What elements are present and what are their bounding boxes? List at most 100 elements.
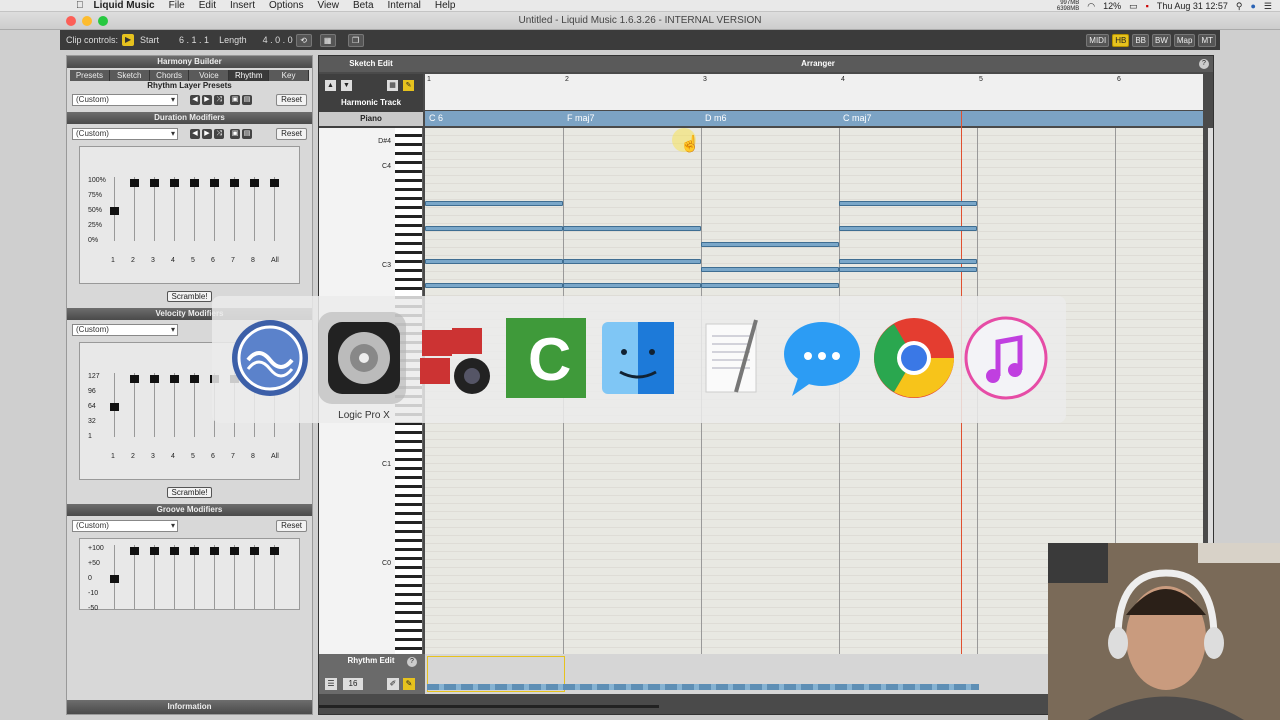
loop-icon[interactable]: ⟲ [295, 33, 312, 47]
messages-icon[interactable] [778, 314, 866, 402]
keyboard-icon[interactable]: ▦ [319, 33, 336, 47]
camtasia-icon[interactable]: C [502, 314, 590, 402]
rhythm-pattern[interactable] [427, 684, 979, 690]
slider-handle[interactable] [110, 575, 119, 583]
menu-internal[interactable]: Internal [388, 0, 421, 12]
textedit-icon[interactable] [686, 314, 774, 402]
flag-icon[interactable]: ▪ [1146, 1, 1149, 11]
duration-random-icon[interactable]: ⤨ [214, 129, 224, 139]
midi-note[interactable] [701, 283, 839, 288]
photo-booth-icon[interactable] [410, 314, 498, 402]
slider-handle[interactable] [110, 403, 119, 411]
chrome-icon[interactable] [870, 314, 958, 402]
midi-note[interactable] [701, 267, 839, 272]
map-button[interactable]: Map [1173, 33, 1196, 47]
horizontal-scrollbar[interactable] [319, 705, 659, 708]
menu-help[interactable]: Help [435, 0, 456, 12]
rhythm-preset-select[interactable]: (Custom) [72, 94, 178, 106]
copy-preset-icon[interactable]: ▤ [242, 95, 252, 105]
tab-voice[interactable]: Voice [189, 70, 230, 81]
slider-handle[interactable] [190, 547, 199, 555]
slider-handle[interactable] [110, 207, 119, 215]
slider-handle[interactable] [130, 547, 139, 555]
groove-reset-button[interactable]: Reset [276, 520, 307, 532]
piano-track-label[interactable]: Piano [319, 112, 423, 126]
apple-icon[interactable]:  [76, 0, 84, 11]
select-tool-icon[interactable]: ▦ [387, 80, 398, 91]
wifi-icon[interactable]: ◠ [1087, 1, 1095, 12]
midi-note[interactable] [563, 259, 701, 264]
next-preset-button[interactable]: ▶ [202, 95, 212, 105]
menu-app-name[interactable]: Liquid Music [94, 0, 155, 12]
slider-handle[interactable] [150, 179, 159, 187]
tab-sketch[interactable]: Sketch [109, 70, 150, 81]
rhythm-preset-reset-button[interactable]: Reset [276, 94, 307, 106]
help-icon[interactable]: ? [1199, 59, 1209, 69]
duration-prev-button[interactable]: ◀ [190, 129, 200, 139]
menu-file[interactable]: File [169, 0, 185, 12]
rhythm-help-icon[interactable]: ? [407, 657, 417, 667]
chord-label[interactable]: C 6 [425, 111, 443, 126]
tab-chords[interactable]: Chords [149, 70, 190, 81]
midi-button[interactable]: MIDI [1086, 33, 1110, 47]
start-value[interactable]: 6 . 1 . 1 [179, 35, 209, 45]
prev-preset-button[interactable]: ◀ [190, 95, 200, 105]
midi-note[interactable] [425, 259, 563, 264]
midi-note[interactable] [839, 226, 977, 231]
random-preset-icon[interactable]: ⤨ [214, 95, 224, 105]
slider-handle[interactable] [230, 179, 239, 187]
slider-handle[interactable] [150, 547, 159, 555]
slider-handle[interactable] [210, 179, 219, 187]
tab-presets[interactable]: Presets [70, 70, 110, 81]
midi-note[interactable] [839, 259, 977, 264]
slider-handle[interactable] [270, 179, 279, 187]
length-value[interactable]: 4 . 0 . 0 [263, 35, 293, 45]
battery-icon[interactable]: ▭ [1129, 1, 1138, 12]
slider-handle[interactable] [190, 375, 199, 383]
minimize-window-button[interactable] [82, 16, 92, 26]
pencil-tool-icon[interactable]: ✎ [403, 80, 414, 91]
chord-label[interactable]: C maj7 [839, 111, 872, 126]
slider-handle[interactable] [250, 179, 259, 187]
chord-strip[interactable]: C 6 F maj7 D m6 C maj7 [425, 111, 1203, 126]
slider-handle[interactable] [170, 179, 179, 187]
slider-handle[interactable] [150, 375, 159, 383]
tab-rhythm[interactable]: Rhythm [229, 70, 270, 81]
tab-key[interactable]: Key [269, 70, 309, 81]
grid-value[interactable]: 16 [343, 678, 363, 690]
midi-note[interactable] [839, 267, 977, 272]
slider-handle[interactable] [130, 179, 139, 187]
bw-button[interactable]: BW [1151, 33, 1171, 47]
clock[interactable]: Thu Aug 31 12:57 [1157, 1, 1228, 11]
midi-note[interactable] [563, 226, 701, 231]
close-window-button[interactable] [66, 16, 76, 26]
play-clip-button[interactable]: ▶ [122, 34, 135, 46]
duration-scramble-button[interactable]: Scramble! [167, 290, 212, 302]
midi-note[interactable] [425, 201, 563, 206]
user-avatar-icon[interactable]: ● [1250, 1, 1255, 11]
duration-save-icon[interactable]: ▣ [230, 129, 240, 139]
menu-view[interactable]: View [317, 0, 339, 12]
menu-list-icon[interactable]: ☰ [1264, 1, 1272, 12]
slider-handle[interactable] [250, 547, 259, 555]
midi-note[interactable] [839, 201, 977, 206]
ruler[interactable]: 1 2 3 4 5 6 [425, 74, 1203, 110]
velocity-preset-select[interactable]: (Custom) [72, 324, 178, 336]
slider-handle[interactable] [270, 547, 279, 555]
finder-icon[interactable] [594, 314, 682, 402]
rhythm-menu-icon[interactable]: ☰ [325, 678, 337, 690]
slider-handle[interactable] [170, 375, 179, 383]
rhythm-pencil-icon[interactable]: ✎ [403, 678, 415, 690]
slider-handle[interactable] [170, 547, 179, 555]
slider-handle[interactable] [190, 179, 199, 187]
chord-label[interactable]: D m6 [701, 111, 727, 126]
duration-copy-icon[interactable]: ▤ [242, 129, 252, 139]
rhythm-select-icon[interactable]: ✐ [387, 678, 399, 690]
chord-label[interactable]: F maj7 [563, 111, 595, 126]
itunes-icon[interactable] [962, 314, 1050, 402]
duration-reset-button[interactable]: Reset [276, 128, 307, 140]
slider-handle[interactable] [230, 547, 239, 555]
duration-graph[interactable]: 100% 75% 50% 25% 0% 1 2 3 4 5 6 7 8 All [79, 146, 300, 284]
mt-button[interactable]: MT [1198, 33, 1216, 47]
information-bar[interactable]: Information [67, 700, 312, 714]
